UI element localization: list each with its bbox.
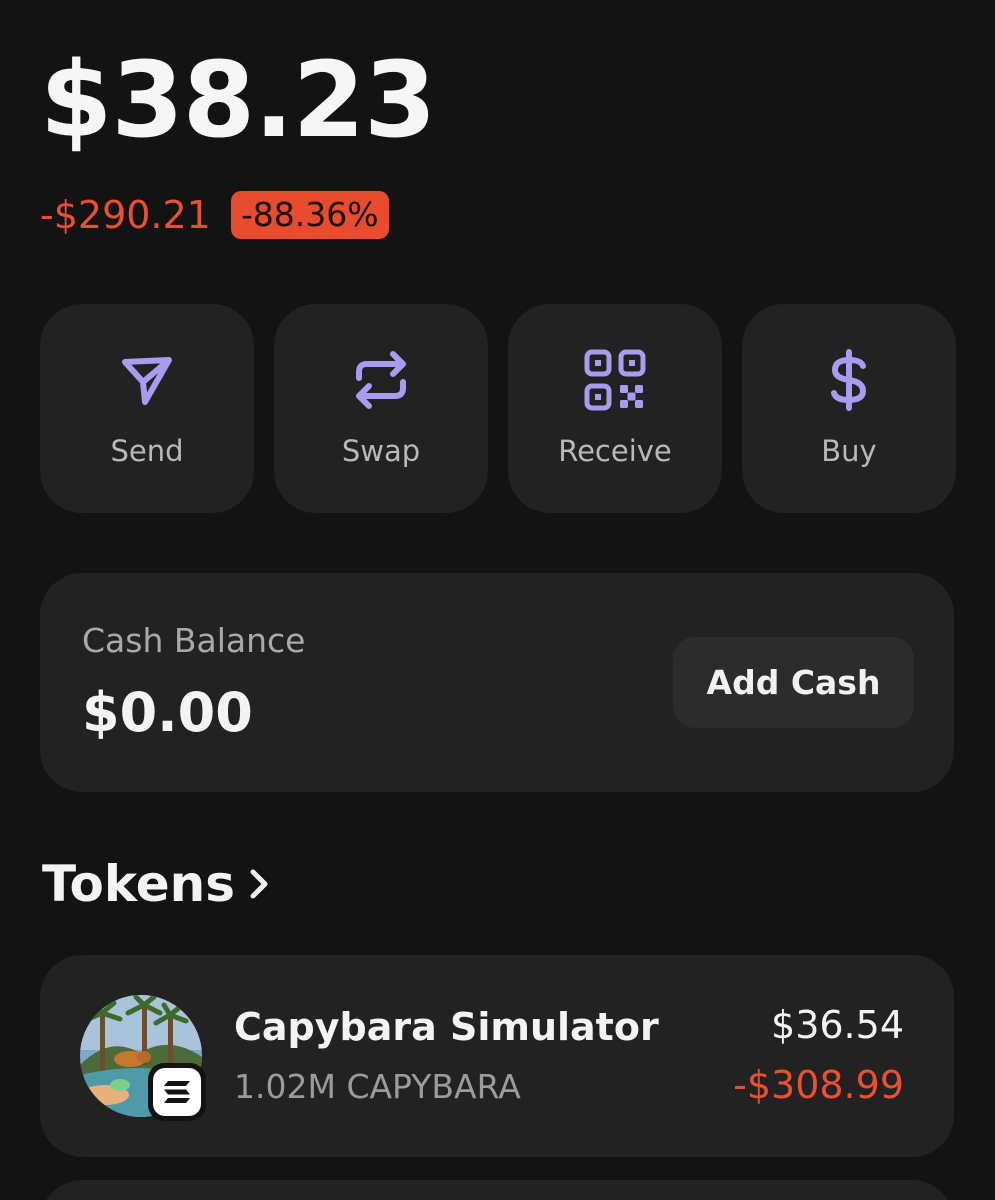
swap-icon (356, 351, 406, 409)
qr-code-icon (584, 349, 646, 411)
send-label: Send (110, 434, 184, 468)
token-row[interactable]: Capybara Simulator 1.02M CAPYBARA $36.54… (40, 955, 954, 1157)
buy-button[interactable]: Buy (742, 304, 956, 513)
receive-label: Receive (558, 434, 672, 468)
cash-balance-title: Cash Balance (82, 621, 306, 660)
tokens-section-link[interactable]: Tokens (42, 855, 273, 913)
token-value: $36.54 (771, 1003, 904, 1047)
token-name: Capybara Simulator (234, 1005, 659, 1049)
quick-actions: Send Swap Receive Buy (40, 304, 956, 513)
tokens-title: Tokens (42, 855, 235, 913)
cash-balance-value: $0.00 (82, 681, 253, 744)
buy-label: Buy (821, 434, 877, 468)
solana-chain-badge (148, 1063, 206, 1121)
dollar-icon (831, 349, 866, 411)
portfolio-balance: $38.23 (40, 39, 436, 161)
token-amount: 1.02M CAPYBARA (234, 1067, 521, 1106)
add-cash-button[interactable]: Add Cash (673, 637, 914, 728)
solana-icon (164, 1081, 190, 1103)
change-amount: -$290.21 (40, 193, 211, 237)
token-change: -$308.99 (733, 1063, 904, 1107)
token-row-partial[interactable] (40, 1180, 954, 1200)
swap-button[interactable]: Swap (274, 304, 488, 513)
cash-balance-card: Cash Balance $0.00 Add Cash (40, 573, 954, 792)
chevron-right-icon (250, 869, 268, 899)
send-button[interactable]: Send (40, 304, 254, 513)
swap-label: Swap (341, 434, 421, 468)
change-percent-badge: -88.36% (230, 191, 389, 239)
portfolio-change: -$290.21 -88.36% (40, 191, 389, 239)
receive-button[interactable]: Receive (508, 304, 722, 513)
wallet-home: $38.23 -$290.21 -88.36% Send Swap Receiv… (0, 0, 995, 1200)
send-icon (122, 357, 172, 405)
